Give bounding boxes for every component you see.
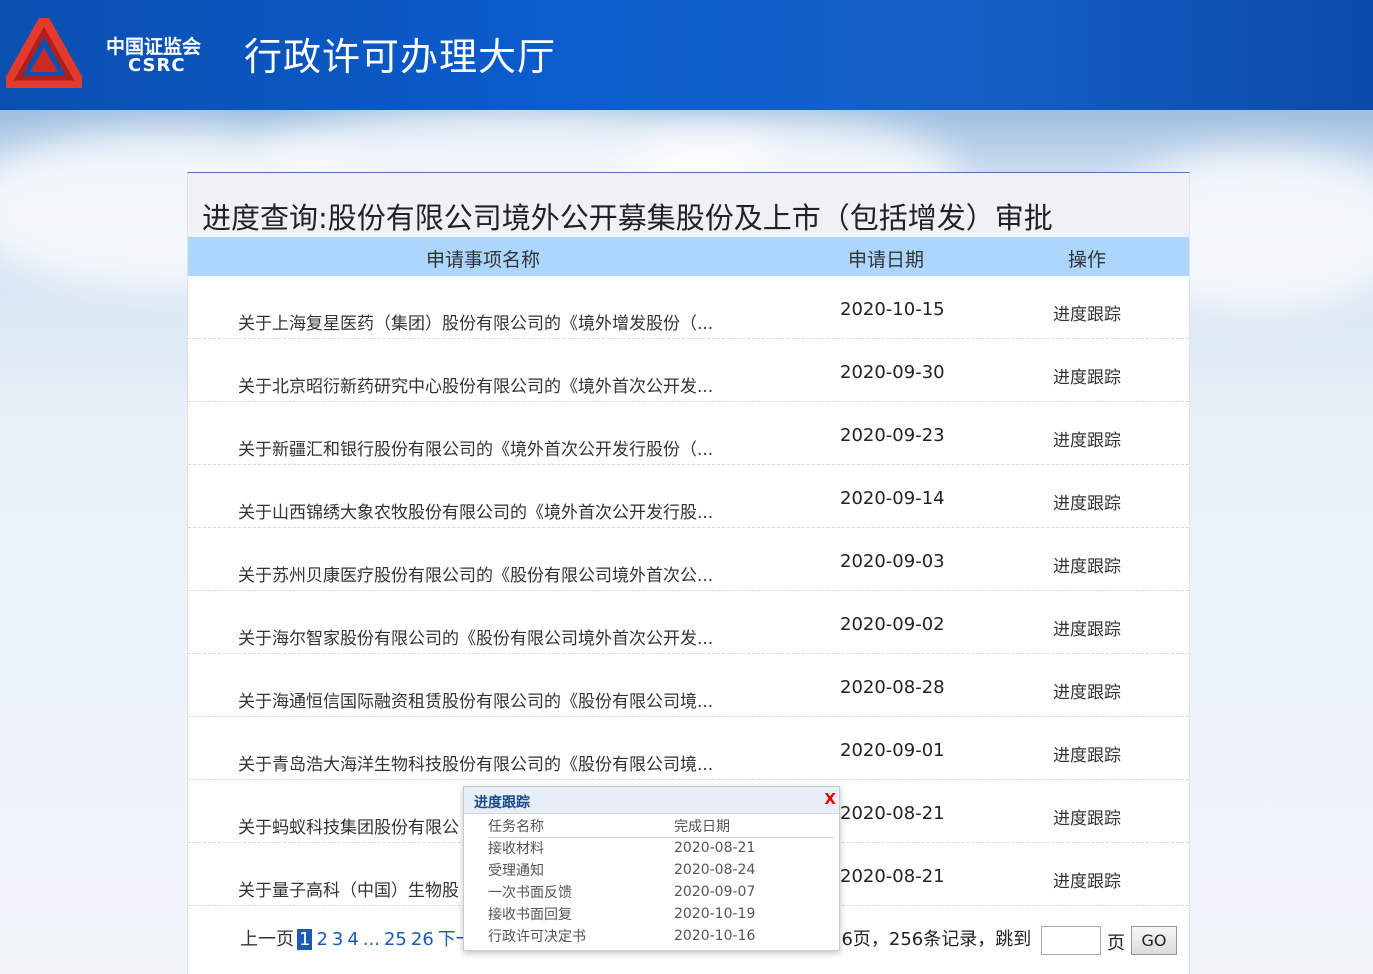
item-name: 关于新疆汇和银行股份有限公司的《境外首次公开发行股份（...: [238, 440, 714, 460]
completion-date: 2020-08-24: [674, 862, 756, 878]
item-date: 2020-09-30: [840, 362, 945, 383]
track-progress-link[interactable]: 进度跟踪: [1053, 804, 1121, 829]
page-link-2[interactable]: 2: [316, 929, 327, 950]
progress-tracking-popup: 进度跟踪 X 任务名称 完成日期 接收材料 2020-08-21 受理通知 20…: [463, 786, 840, 951]
popup-title: 进度跟踪: [474, 795, 530, 811]
table-row: 关于青岛浩大海洋生物科技股份有限公司的《股份有限公司境... 2020-09-0…: [188, 717, 1189, 780]
track-progress-link[interactable]: 进度跟踪: [1053, 741, 1121, 766]
completion-date: 2020-09-07: [674, 884, 756, 900]
progress-row: 一次书面反馈 2020-09-07: [488, 881, 834, 903]
item-name: 关于北京昭衍新药研究中心股份有限公司的《境外首次公开发...: [238, 377, 714, 397]
page-unit-label: 页: [1107, 933, 1125, 954]
column-header-date: 申请日期: [848, 249, 925, 271]
track-progress-link[interactable]: 进度跟踪: [1053, 552, 1121, 577]
item-date: 2020-08-21: [840, 803, 945, 824]
track-progress-link[interactable]: 进度跟踪: [1053, 426, 1121, 451]
item-name: 关于苏州贝康医疗股份有限公司的《股份有限公司境外首次公...: [238, 566, 714, 586]
csrc-logo-icon: [6, 18, 82, 88]
item-date: 2020-10-15: [840, 299, 945, 320]
completion-date: 2020-08-21: [674, 840, 756, 857]
item-date: 2020-09-03: [840, 551, 945, 572]
item-name: 关于山西锦绣大象农牧股份有限公司的《境外首次公开发行股...: [238, 503, 714, 523]
item-name: 关于海通恒信国际融资租赁股份有限公司的《股份有限公司境...: [238, 692, 714, 712]
item-date: 2020-08-28: [840, 677, 945, 698]
item-date: 2020-08-21: [840, 866, 945, 887]
track-progress-link[interactable]: 进度跟踪: [1053, 300, 1121, 325]
jump-page-input[interactable]: [1041, 926, 1101, 955]
task-name: 接收书面回复: [488, 907, 572, 923]
current-page: 1: [297, 929, 313, 950]
track-progress-link[interactable]: 进度跟踪: [1053, 615, 1121, 640]
table-row: 关于山西锦绣大象农牧股份有限公司的《境外首次公开发行股... 2020-09-1…: [188, 465, 1189, 528]
track-progress-link[interactable]: 进度跟踪: [1053, 489, 1121, 514]
page-link-4[interactable]: 4: [347, 929, 358, 950]
completion-date-header: 完成日期: [674, 815, 834, 838]
page-ellipsis: ...: [362, 929, 380, 950]
table-row: 关于新疆汇和银行股份有限公司的《境外首次公开发行股份（... 2020-09-2…: [188, 402, 1189, 465]
logo-english-text: CSRC: [128, 55, 186, 76]
item-name: 关于蚂蚁科技集团股份有限公: [238, 818, 459, 838]
item-name: 关于海尔智家股份有限公司的《股份有限公司境外首次公开发...: [238, 629, 714, 649]
progress-row: 接收书面回复 2020-10-19: [488, 903, 834, 925]
progress-row: 接收材料 2020-08-21: [488, 837, 834, 859]
page-link-3[interactable]: 3: [332, 929, 343, 950]
progress-table: 任务名称 完成日期 接收材料 2020-08-21 受理通知 2020-08-2…: [488, 815, 834, 947]
item-date: 2020-09-23: [840, 425, 945, 446]
completion-date: 2020-10-16: [674, 928, 756, 944]
page-link-25[interactable]: 25: [384, 929, 407, 950]
track-progress-link[interactable]: 进度跟踪: [1053, 363, 1121, 388]
table-row: 关于北京昭衍新药研究中心股份有限公司的《境外首次公开发... 2020-09-3…: [188, 339, 1189, 402]
item-name: 关于青岛浩大海洋生物科技股份有限公司的《股份有限公司境...: [238, 755, 714, 775]
item-date: 2020-09-14: [840, 488, 945, 509]
task-name: 受理通知: [488, 863, 544, 879]
page-summary: 共26页，256条记录，跳到: [812, 929, 1032, 950]
table-header: 申请事项名称 申请日期 操作: [188, 237, 1189, 276]
site-title: 行政许可办理大厅: [244, 35, 557, 79]
item-date: 2020-09-01: [840, 740, 945, 761]
page-title: 进度查询:股份有限公司境外公开募集股份及上市（包括增发）审批: [188, 173, 1189, 237]
prev-page-link[interactable]: 上一页: [240, 929, 294, 950]
progress-row: 受理通知 2020-08-24: [488, 859, 834, 881]
item-name: 关于上海复星医药（集团）股份有限公司的《境外增发股份（...: [238, 314, 714, 334]
column-header-name: 申请事项名称: [426, 249, 541, 271]
task-name: 行政许可决定书: [488, 929, 586, 945]
progress-table-header: 任务名称 完成日期: [488, 815, 834, 838]
track-progress-link[interactable]: 进度跟踪: [1053, 867, 1121, 892]
progress-row: 行政许可决定书 2020-10-16: [488, 925, 834, 947]
popup-header: 进度跟踪 X: [464, 787, 839, 814]
task-name: 一次书面反馈: [488, 885, 572, 901]
column-header-operation: 操作: [1068, 249, 1107, 271]
item-name: 关于量子高科（中国）生物股: [238, 881, 459, 901]
table-row: 关于苏州贝康医疗股份有限公司的《股份有限公司境外首次公... 2020-09-0…: [188, 528, 1189, 591]
table-row: 关于上海复星医药（集团）股份有限公司的《境外增发股份（... 2020-10-1…: [188, 276, 1189, 339]
page-link-26[interactable]: 26: [411, 929, 434, 950]
pagination: 上一页1234...2526下一页: [240, 925, 496, 951]
task-name-header: 任务名称: [488, 815, 674, 838]
task-name: 接收材料: [488, 841, 544, 858]
table-row: 关于海尔智家股份有限公司的《股份有限公司境外首次公开发... 2020-09-0…: [188, 591, 1189, 654]
completion-date: 2020-10-19: [674, 906, 756, 922]
site-header: 中国证监会 CSRC 行政许可办理大厅: [0, 0, 1373, 110]
table-row: 关于海通恒信国际融资租赁股份有限公司的《股份有限公司境... 2020-08-2…: [188, 654, 1189, 717]
track-progress-link[interactable]: 进度跟踪: [1053, 678, 1121, 703]
item-date: 2020-09-02: [840, 614, 945, 635]
close-icon[interactable]: X: [824, 790, 836, 808]
go-button[interactable]: GO: [1131, 926, 1177, 955]
